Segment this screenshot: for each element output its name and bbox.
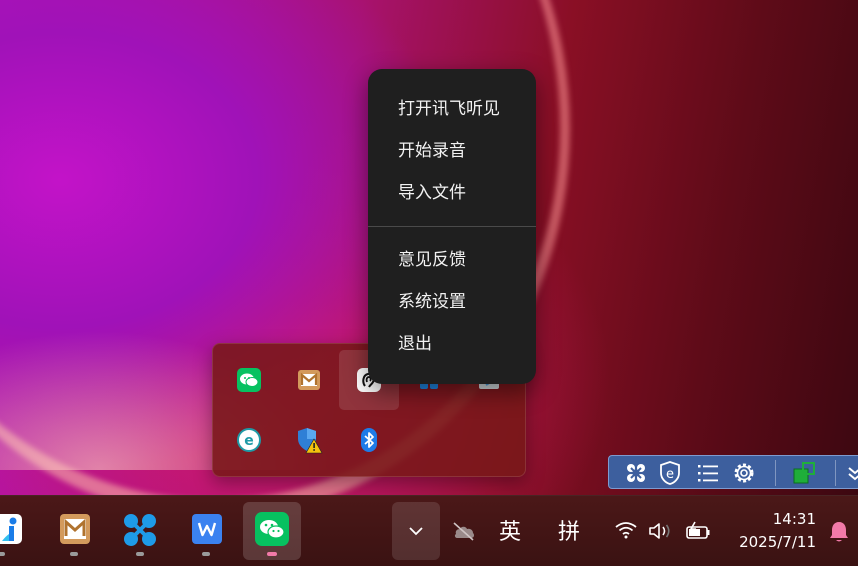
- running-indicator: [70, 552, 78, 556]
- chevron-double-down-icon[interactable]: [845, 460, 858, 486]
- desktop: e 打开讯飞听见 开始录音 导入文件 意见反馈 系统设置 退出 e 英 拼 14…: [0, 0, 858, 566]
- fourdot-app-icon: [124, 514, 156, 546]
- taskbar-wps[interactable]: [177, 502, 235, 560]
- chevron-down-icon: [409, 527, 423, 536]
- bluetooth-icon: [361, 428, 377, 452]
- tray-mail[interactable]: [279, 350, 339, 410]
- gear-icon[interactable]: [731, 460, 757, 486]
- clock-date[interactable]: 2025/7/11: [726, 533, 816, 551]
- clock-time[interactable]: 14:31: [730, 510, 816, 528]
- floating-toolbar: e: [608, 455, 858, 489]
- wechat-icon: [237, 368, 261, 392]
- volume-icon[interactable]: [648, 521, 674, 541]
- taskbar: 英 拼 14:31 2025/7/11: [0, 495, 858, 566]
- taskbar-app-blue[interactable]: [0, 502, 30, 560]
- battery-charging-icon[interactable]: [684, 520, 712, 542]
- ime-mode-indicator[interactable]: 拼: [558, 514, 580, 546]
- toolbar-separator: [775, 460, 776, 486]
- menu-exit[interactable]: 退出: [368, 325, 536, 363]
- app-grid-icon[interactable]: [623, 460, 649, 486]
- running-indicator: [0, 552, 5, 556]
- list-icon[interactable]: [695, 460, 721, 486]
- menu-settings[interactable]: 系统设置: [368, 283, 536, 321]
- mail-icon: [298, 370, 320, 390]
- windows-security-warning-icon: [298, 428, 323, 454]
- running-indicator: [202, 552, 210, 556]
- menu-import-file[interactable]: 导入文件: [368, 174, 536, 212]
- green-window-icon[interactable]: [791, 460, 817, 486]
- menu-start-recording[interactable]: 开始录音: [368, 132, 536, 170]
- edge-e-icon: e: [237, 428, 261, 452]
- wechat-icon: [255, 512, 289, 546]
- menu-feedback[interactable]: 意见反馈: [368, 241, 536, 279]
- menu-separator: [368, 226, 536, 227]
- blue-app-icon: [0, 514, 22, 544]
- svg-text:e: e: [244, 433, 254, 449]
- tray-edge-e[interactable]: e: [219, 410, 279, 470]
- tray-bluetooth[interactable]: [339, 410, 399, 470]
- e-shield-icon[interactable]: e: [657, 460, 683, 486]
- taskbar-fourdot-app[interactable]: [111, 502, 169, 560]
- active-indicator: [267, 552, 277, 556]
- wps-icon: [192, 514, 222, 544]
- notification-bell-icon[interactable]: [828, 520, 850, 544]
- svg-text:e: e: [666, 467, 674, 482]
- onedrive-offline-icon[interactable]: [451, 520, 477, 542]
- toolbar-separator-2: [835, 460, 836, 486]
- wifi-icon[interactable]: [614, 520, 638, 540]
- show-hidden-icons-button[interactable]: [392, 502, 440, 560]
- tray-security[interactable]: [279, 410, 339, 470]
- ime-language-indicator[interactable]: 英: [499, 514, 521, 546]
- running-indicator: [136, 552, 144, 556]
- context-menu: 打开讯飞听见 开始录音 导入文件 意见反馈 系统设置 退出: [368, 69, 536, 384]
- taskbar-wechat[interactable]: [243, 502, 301, 560]
- taskbar-mail[interactable]: [45, 502, 103, 560]
- tray-wechat[interactable]: [219, 350, 279, 410]
- mail-app-icon: [60, 514, 90, 544]
- menu-open-xunfei[interactable]: 打开讯飞听见: [368, 90, 536, 128]
